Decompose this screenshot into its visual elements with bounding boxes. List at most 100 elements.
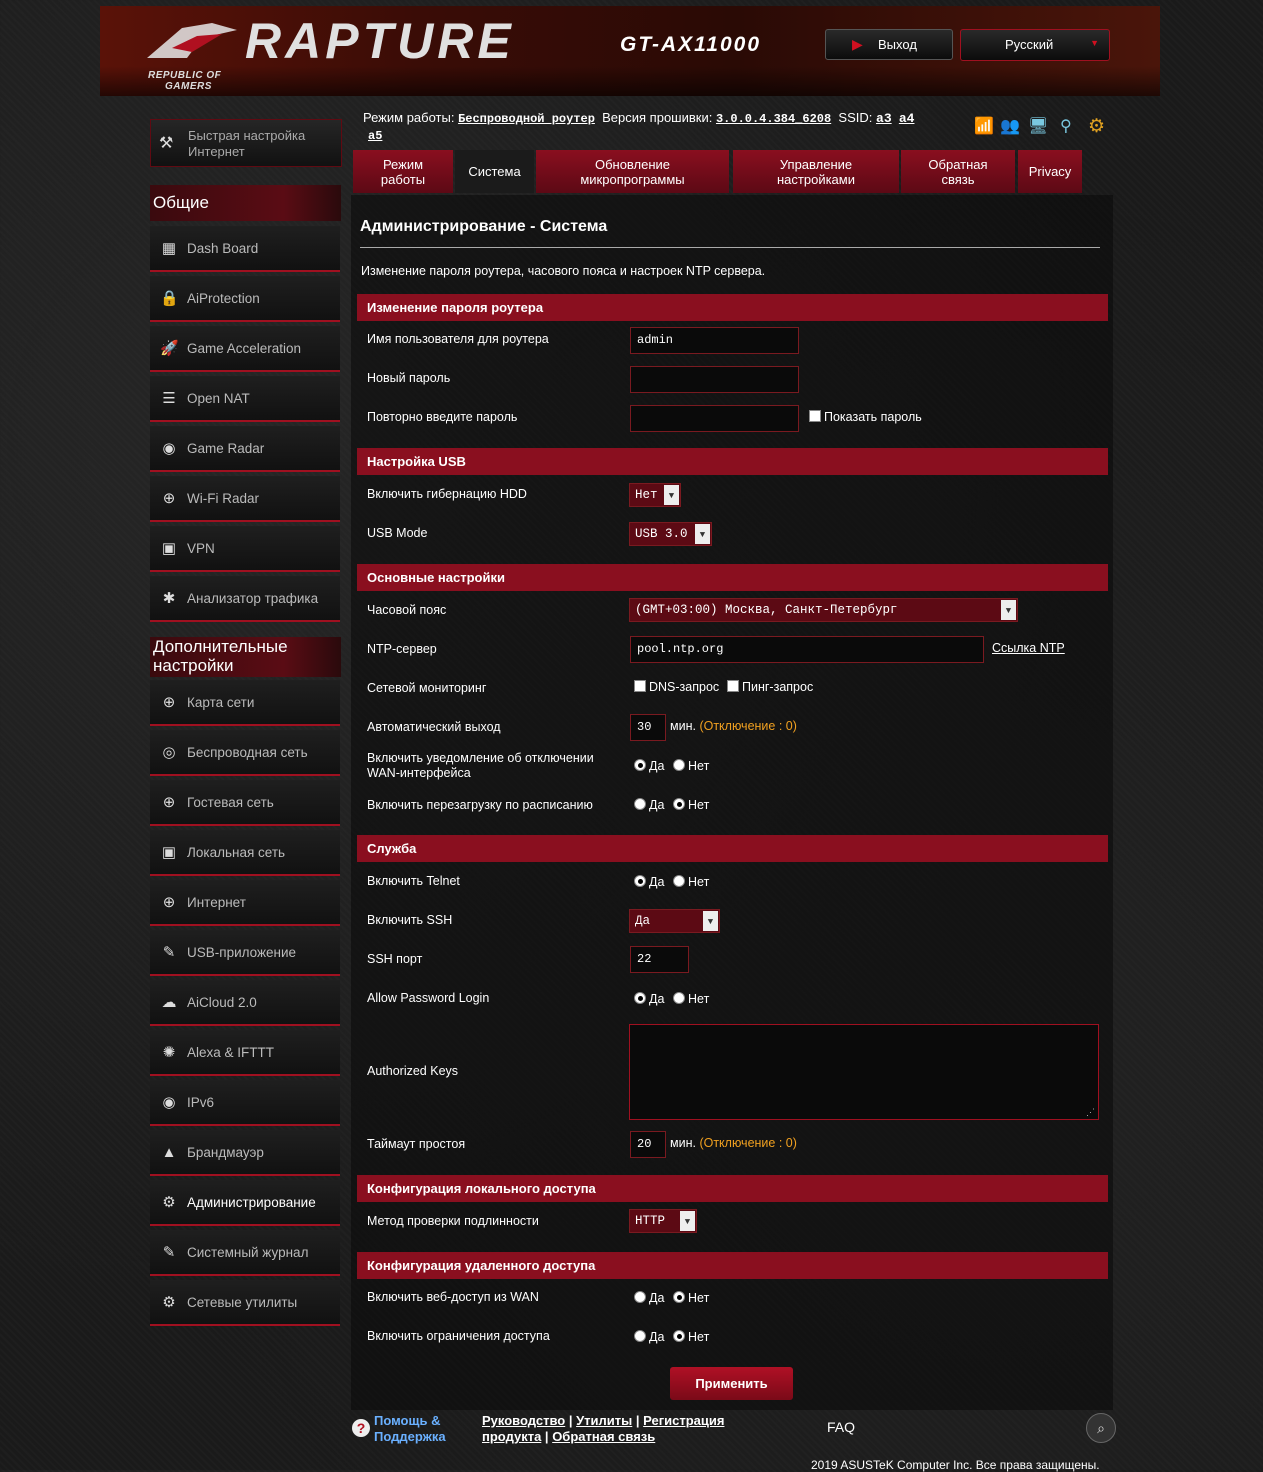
autologout-input[interactable]: 30: [630, 714, 666, 741]
usb-status-icon[interactable]: ⚲: [1060, 116, 1072, 136]
telnet-no-radio[interactable]: [673, 875, 685, 887]
sidebar-item-advanced-6[interactable]: ☁ AiCloud 2.0: [150, 980, 340, 1026]
sidebar-item-general-2[interactable]: 🚀 Game Acceleration: [150, 326, 340, 372]
show-password-checkbox[interactable]: [809, 410, 821, 422]
ssh-select[interactable]: Да ▼: [629, 909, 720, 933]
ntp-value: pool.ntp.org: [637, 642, 724, 656]
usb-mode-select[interactable]: USB 3.0 ▼: [629, 522, 712, 546]
sidebar-item-icon: ✎: [162, 1244, 176, 1261]
chevron-down-icon: ▼: [680, 1211, 695, 1231]
ping-query-checkbox[interactable]: [727, 680, 739, 692]
timezone-select[interactable]: (GMT+03:00) Москва, Санкт-Петербург ▼: [629, 598, 1018, 622]
product-link[interactable]: продукта: [482, 1429, 541, 1444]
sidebar-item-icon: ▣: [161, 540, 177, 557]
tab-operation-mode[interactable]: Режим работы: [353, 150, 453, 193]
show-password-option[interactable]: Показать пароль: [809, 410, 922, 424]
allow-password-yes-radio[interactable]: [634, 992, 646, 1004]
wan-web-yes-radio[interactable]: [634, 1291, 646, 1303]
firmware-link[interactable]: 3.0.0.4.384_6208: [716, 112, 831, 126]
reboot-yes-radio[interactable]: [634, 798, 646, 810]
authorized-keys-textarea[interactable]: ⋰: [629, 1024, 1099, 1120]
wan-notify-no-radio[interactable]: [673, 759, 685, 771]
ssid-link-a3[interactable]: a3: [876, 111, 892, 126]
telnet-no[interactable]: Нет: [673, 875, 709, 889]
ssid-link-a4[interactable]: a4: [899, 111, 915, 126]
mode-link[interactable]: Беспроводной роутер: [458, 112, 595, 126]
tab-restore-settings[interactable]: Управление настройками: [733, 150, 899, 193]
wan-web-yes[interactable]: Да: [634, 1291, 664, 1305]
sidebar-item-advanced-9[interactable]: ▲ Брандмауэр: [150, 1130, 340, 1176]
yes-text: Да: [649, 759, 665, 773]
utilities-link[interactable]: Утилиты: [576, 1413, 632, 1428]
tab-system[interactable]: Система: [455, 150, 534, 193]
tab-feedback[interactable]: Обратная связь: [901, 150, 1015, 193]
dns-query-checkbox[interactable]: [634, 680, 646, 692]
sidebar-item-advanced-7[interactable]: ✺ Alexa & IFTTT: [150, 1030, 340, 1076]
sidebar-item-general-5[interactable]: ⊕ Wi-Fi Radar: [150, 476, 340, 522]
telnet-yes-radio[interactable]: [634, 875, 646, 887]
faq-search-icon[interactable]: ⌕: [1086, 1413, 1116, 1443]
allow-password-yes[interactable]: Да: [634, 992, 664, 1006]
wan-notify-no[interactable]: Нет: [673, 759, 709, 773]
sidebar-item-advanced-4[interactable]: ⊕ Интернет: [150, 880, 340, 926]
sidebar-item-advanced-12[interactable]: ⚙ Сетевые утилиты: [150, 1280, 340, 1326]
new-password-input[interactable]: [630, 366, 799, 393]
logout-button[interactable]: ▶ Выход: [825, 29, 953, 60]
reboot-no-radio[interactable]: [673, 798, 685, 810]
registration-link[interactable]: Регистрация: [643, 1413, 724, 1428]
language-select[interactable]: Русский ▼: [960, 29, 1110, 61]
ping-query-option[interactable]: Пинг-запрос: [727, 680, 813, 694]
sidebar-item-advanced-3[interactable]: ▣ Локальная сеть: [150, 830, 340, 876]
sidebar-item-advanced-11[interactable]: ✎ Системный журнал: [150, 1230, 340, 1276]
clients-icon[interactable]: 👥: [1000, 116, 1020, 136]
quick-setup-button[interactable]: ⚒ Быстрая настройка Интернет: [150, 119, 342, 167]
wan-notify-yes-radio[interactable]: [634, 759, 646, 771]
yes-text: Да: [649, 992, 665, 1006]
sidebar-item-advanced-1[interactable]: ◎ Беспроводная сеть: [150, 730, 340, 776]
access-restrict-no-radio[interactable]: [673, 1330, 685, 1342]
sidebar-item-general-0[interactable]: ▦ Dash Board: [150, 226, 340, 272]
manual-link[interactable]: Руководство: [482, 1413, 565, 1428]
apply-button[interactable]: Применить: [670, 1367, 793, 1400]
sidebar-item-advanced-10[interactable]: ⚙ Администрирование: [150, 1180, 340, 1226]
hdd-hibernation-select[interactable]: Нет ▼: [629, 483, 681, 507]
sidebar-item-general-3[interactable]: ☰ Open NAT: [150, 376, 340, 422]
ntp-input[interactable]: pool.ntp.org: [630, 636, 984, 663]
idle-timeout-input[interactable]: 20: [630, 1131, 666, 1158]
sidebar-item-general-4[interactable]: ◉ Game Radar: [150, 426, 340, 472]
allow-password-no-radio[interactable]: [673, 992, 685, 1004]
sidebar-item-general-7[interactable]: ✱ Анализатор трафика: [150, 576, 340, 622]
network-status-icon[interactable]: 🖥: [1028, 116, 1048, 136]
resize-handle-icon[interactable]: ⋰: [1086, 1108, 1095, 1118]
reboot-no[interactable]: Нет: [673, 798, 709, 812]
settings-gear-icon[interactable]: ⚙: [1088, 115, 1105, 138]
sidebar-item-general-1[interactable]: 🔒 AiProtection: [150, 276, 340, 322]
sidebar-item-general-6[interactable]: ▣ VPN: [150, 526, 340, 572]
sidebar-item-advanced-8[interactable]: ◉ IPv6: [150, 1080, 340, 1126]
telnet-yes[interactable]: Да: [634, 875, 664, 889]
wan-web-no-radio[interactable]: [673, 1291, 685, 1303]
sidebar-item-advanced-5[interactable]: ✎ USB-приложение: [150, 930, 340, 976]
telnet-label: Включить Telnet: [367, 874, 460, 888]
access-restrict-no[interactable]: Нет: [673, 1330, 709, 1344]
wifi-status-icon[interactable]: 📶: [974, 116, 994, 136]
ssid-link-a5[interactable]: a5: [368, 129, 382, 143]
reboot-yes[interactable]: Да: [634, 798, 664, 812]
help-support-link[interactable]: Помощь & Поддержка: [374, 1413, 446, 1445]
username-input[interactable]: admin: [630, 327, 799, 354]
dns-query-option[interactable]: DNS-запрос: [634, 680, 719, 694]
wan-notify-yes[interactable]: Да: [634, 759, 664, 773]
auth-method-select[interactable]: HTTP ▼: [629, 1209, 697, 1233]
allow-password-no[interactable]: Нет: [673, 992, 709, 1006]
tab-privacy[interactable]: Privacy: [1018, 150, 1082, 193]
sidebar-item-advanced-2[interactable]: ⊕ Гостевая сеть: [150, 780, 340, 826]
access-restrict-yes-radio[interactable]: [634, 1330, 646, 1342]
ssh-port-input[interactable]: 22: [630, 946, 689, 973]
sidebar-item-advanced-0[interactable]: ⊕ Карта сети: [150, 680, 340, 726]
access-restrict-yes[interactable]: Да: [634, 1330, 664, 1344]
tab-firmware-upgrade[interactable]: Обновление микропрограммы: [536, 150, 729, 193]
retype-password-input[interactable]: [630, 405, 799, 432]
ntp-link[interactable]: Ссылка NTP: [992, 641, 1065, 655]
feedback-link[interactable]: Обратная связь: [552, 1429, 655, 1444]
wan-web-no[interactable]: Нет: [673, 1291, 709, 1305]
